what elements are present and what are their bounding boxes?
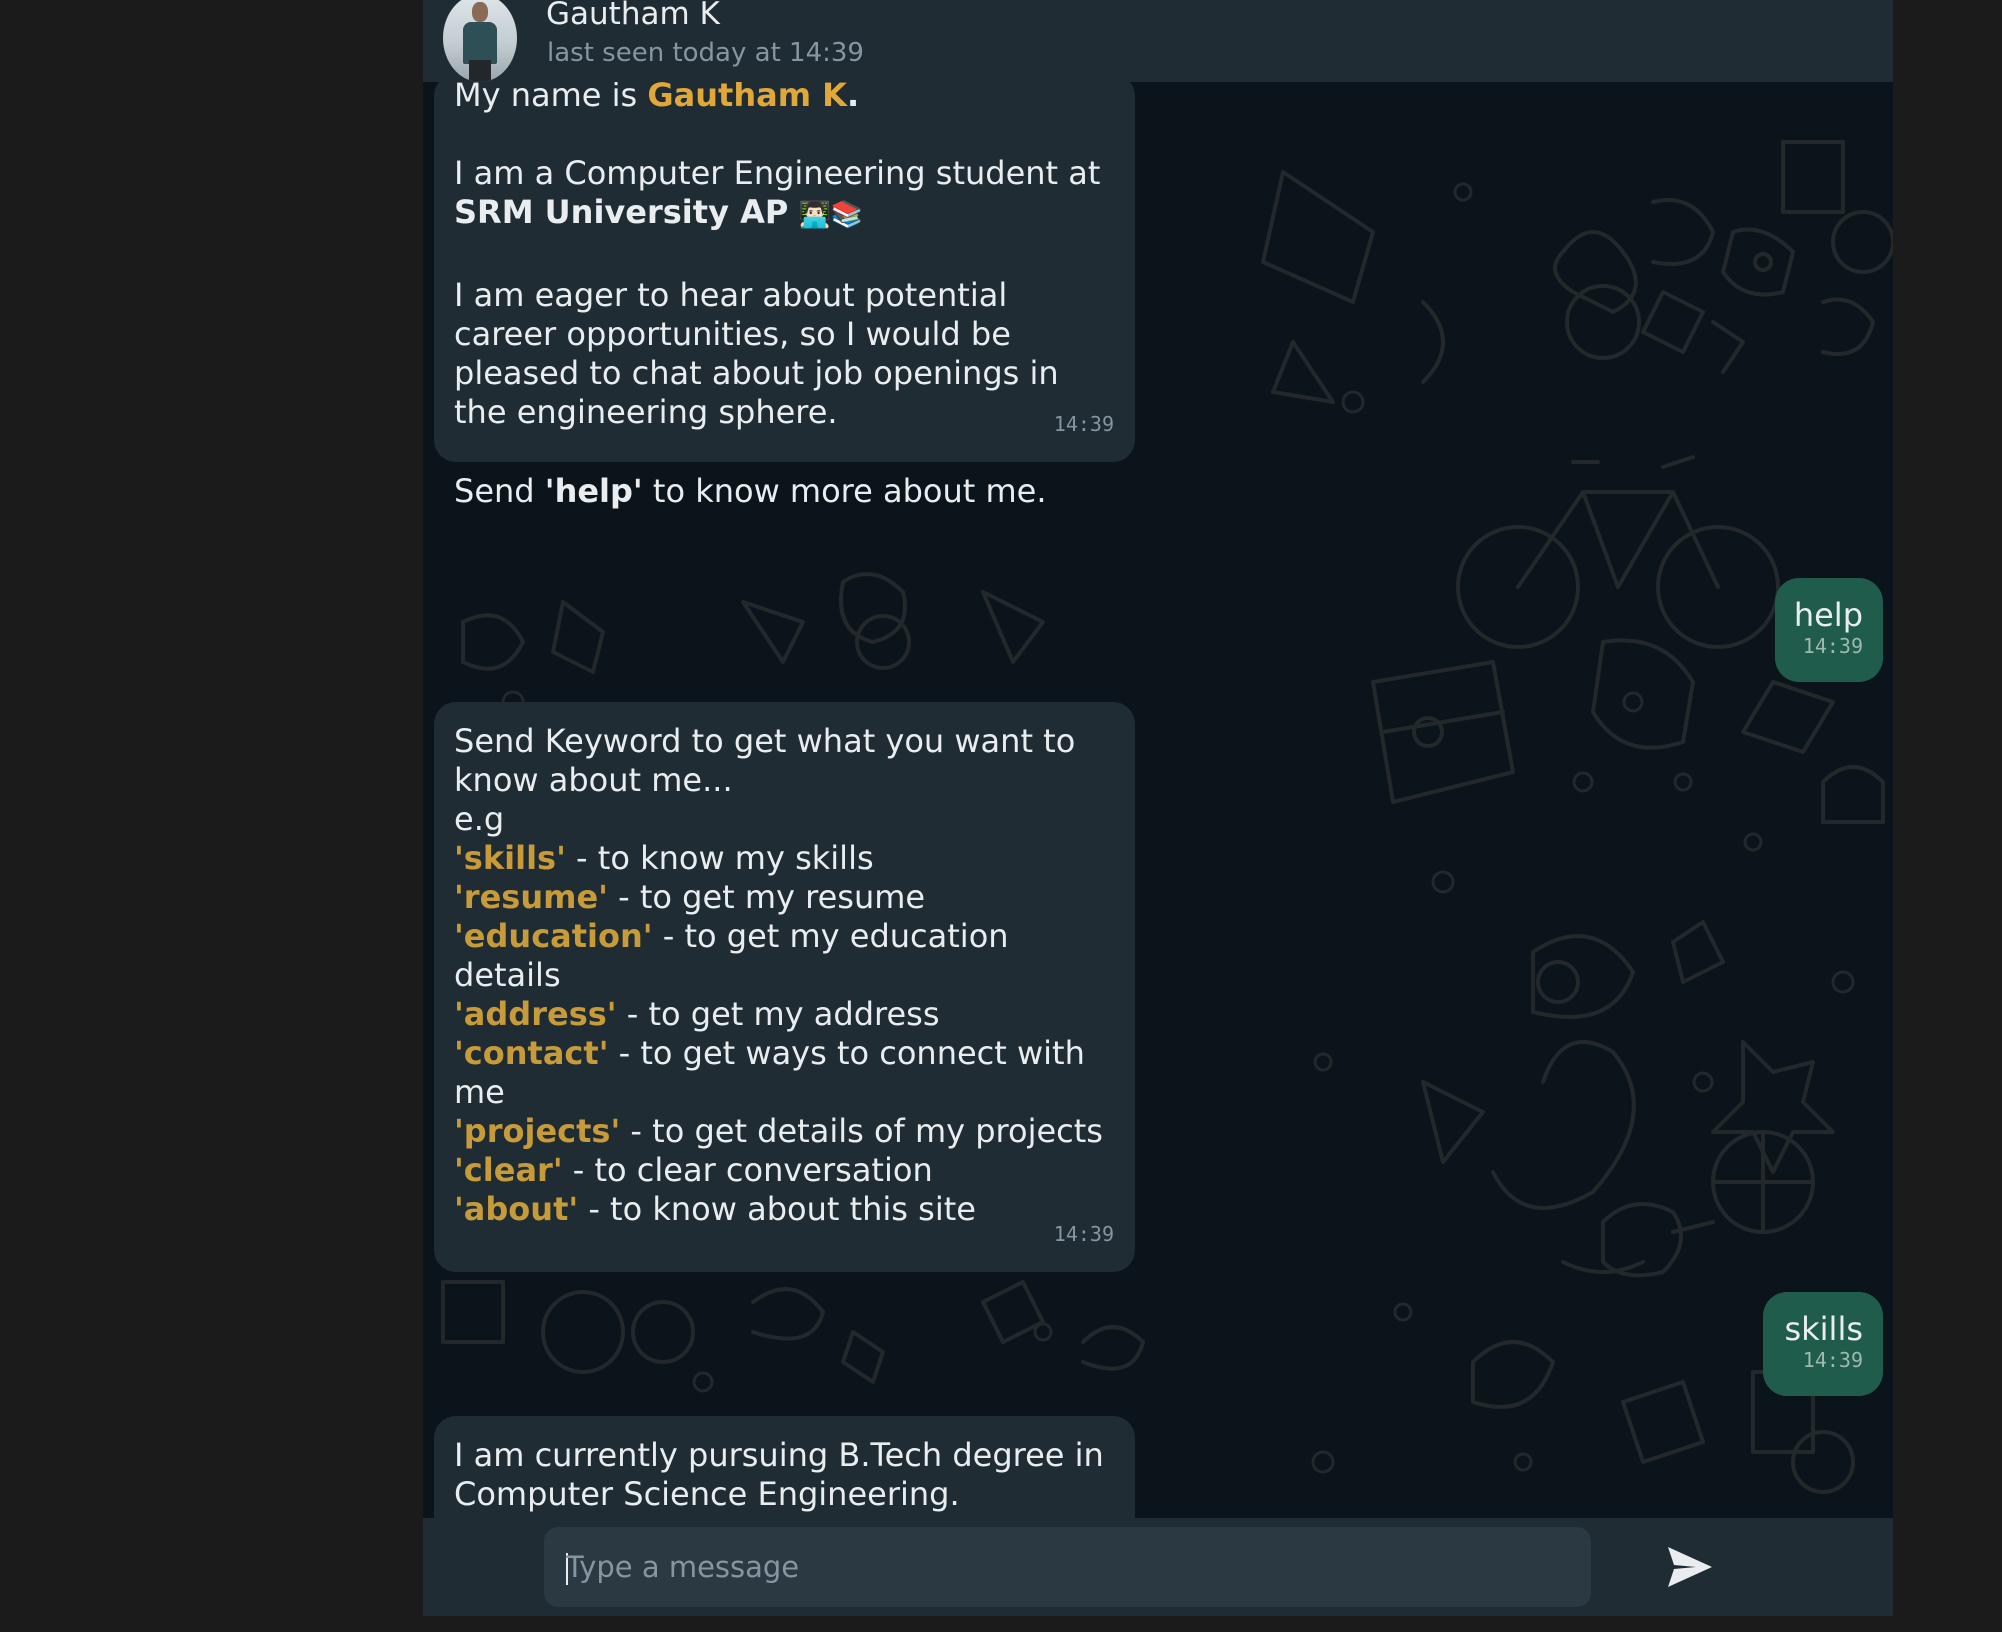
keyword-text: 'projects' (454, 1112, 621, 1150)
keyword-row: 'resume' - to get my resume (454, 878, 1115, 917)
message-intro[interactable]: My name is Gautham K. I am a Computer En… (434, 82, 1135, 510)
keyword-description: details (454, 956, 561, 994)
keyword-text: 'resume' (454, 878, 608, 916)
keyword-row: 'contact' - to get ways to connect with (454, 1034, 1115, 1073)
keyword-text: 'skills' (454, 839, 566, 877)
keyword-row: 'clear' - to clear conversation (454, 1151, 1115, 1190)
message-text: to know more about me. (642, 472, 1047, 510)
last-seen-status: last seen today at 14:39 (547, 38, 864, 68)
message-timestamp: 14:39 (1802, 634, 1863, 658)
message-list[interactable]: My name is Gautham K. I am a Computer En… (423, 82, 1893, 1518)
message-text: My name is (454, 82, 648, 114)
keyword-list: 'skills' - to know my skills'resume' - t… (454, 839, 1115, 1229)
avatar-head (472, 2, 488, 22)
chat-window: Gautham K last seen today at 14:39 My na… (423, 0, 1893, 1616)
keyword-row: 'about' - to know about this site (454, 1190, 1115, 1229)
message-line: Send 'help' to know more about me. (454, 472, 1115, 511)
message-keywords[interactable]: Send Keyword to get what you want to kno… (434, 702, 1135, 1272)
message-line: Computer Science Engineering. (454, 1475, 960, 1513)
keyword-row: 'address' - to get my address (454, 995, 1115, 1034)
message-text: skills (1784, 1310, 1863, 1348)
keyword-description: - to know my skills (565, 839, 874, 877)
message-education[interactable]: I am currently pursuing B.Tech degree in… (434, 1416, 1135, 1518)
send-button[interactable] (1666, 1545, 1714, 1589)
compose-bar: Type a message (423, 1518, 1893, 1616)
keyword-text: 'clear' (454, 1151, 563, 1189)
keyword-description: me (454, 1073, 505, 1111)
keyword-row: 'skills' - to know my skills (454, 839, 1115, 878)
keyword-description: - to clear conversation (562, 1151, 933, 1189)
message-timestamp: 14:39 (1802, 1348, 1863, 1372)
highlighted-name: Gautham K (647, 82, 847, 114)
message-line: I am a Computer Engineering student at (454, 154, 1101, 192)
message-input[interactable]: Type a message (544, 1527, 1591, 1607)
keyword-description: - to get my address (616, 995, 940, 1033)
message-text: help (1793, 596, 1863, 634)
emoji-icon: 👨🏻‍💻📚 (798, 200, 864, 230)
message-line: know about me... (454, 761, 733, 799)
keyword-description: - to get details of my projects (620, 1112, 1103, 1150)
avatar-shirt (463, 22, 497, 64)
keyword-row: 'projects' - to get details of my projec… (454, 1112, 1115, 1151)
input-placeholder: Type a message (566, 1550, 800, 1584)
keyword-row: 'education' - to get my education (454, 917, 1115, 956)
message-text: . (846, 82, 860, 114)
keyword-text: 'contact' (454, 1034, 609, 1072)
keyword-text: 'education' (454, 917, 653, 955)
keyword-description: - to get my resume (607, 878, 926, 916)
message-out-skills[interactable]: skills 14:39 (1763, 1292, 1883, 1396)
keyword-text: 'help' (544, 472, 643, 510)
message-line: I am currently pursuing B.Tech degree in (454, 1436, 1104, 1474)
keyword-text: 'about' (454, 1190, 579, 1228)
keyword-description: - to know about this site (578, 1190, 976, 1228)
message-line: career opportunities, so I would be (454, 315, 1011, 353)
message-line: Send Keyword to get what you want to (454, 722, 1076, 760)
keyword-text: 'address' (454, 995, 617, 1033)
message-line: SRM University AP 👨🏻‍💻📚 (454, 193, 1115, 235)
keyword-row: me (454, 1073, 1115, 1112)
university-name: SRM University AP (454, 193, 789, 231)
keyword-row: details (454, 956, 1115, 995)
message-timestamp: 14:39 (1053, 412, 1114, 436)
message-out-help[interactable]: help 14:39 (1775, 578, 1883, 682)
avatar-legs (469, 60, 491, 82)
message-line: the engineering sphere. (454, 393, 838, 431)
message-timestamp: 14:39 (1053, 1222, 1114, 1246)
message-line: pleased to chat about job openings in (454, 354, 1059, 392)
keyword-description: - to get ways to connect with (608, 1034, 1085, 1072)
send-icon (1668, 1547, 1712, 1587)
message-line: e.g (454, 800, 505, 838)
message-text: Send (454, 472, 545, 510)
message-line: I am eager to hear about potential (454, 276, 1008, 314)
avatar[interactable] (443, 0, 517, 82)
message-line: My name is Gautham K. (454, 82, 1115, 115)
chat-header: Gautham K last seen today at 14:39 (423, 0, 1893, 82)
keyword-description: - to get my education (652, 917, 1009, 955)
contact-name[interactable]: Gautham K (546, 0, 720, 32)
